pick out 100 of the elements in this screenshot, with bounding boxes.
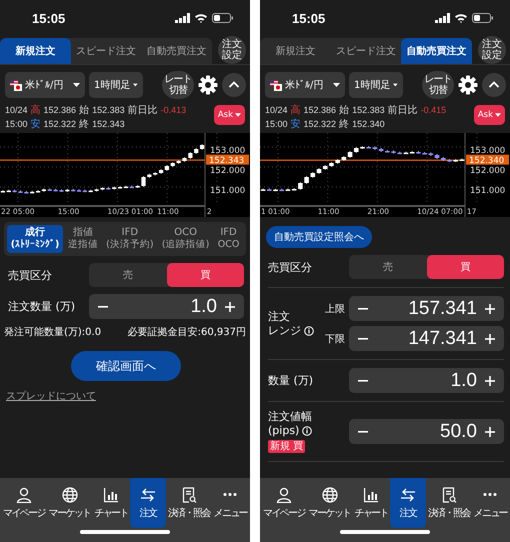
side-option[interactable]: 買	[426, 255, 504, 279]
period-select[interactable]: 1時間足	[89, 72, 143, 98]
caret-icon	[393, 83, 398, 87]
nav-tab[interactable]: 注文	[130, 478, 166, 528]
collapse-button-icon[interactable]	[482, 73, 506, 97]
quote-label: 安	[290, 118, 301, 131]
order-tab[interactable]: スピード注文	[330, 38, 402, 64]
axis-label: 152.000	[470, 166, 506, 176]
quote-date: 10/24	[265, 105, 288, 115]
quote-label: 前日比	[388, 104, 418, 117]
minus-icon[interactable]	[358, 338, 368, 340]
minus-icon[interactable]	[358, 308, 368, 310]
stepper-value: 1.0	[190, 296, 217, 318]
order-settings-button[interactable]: 注文設定	[478, 36, 506, 64]
settings-inquiry-button[interactable]: 自動売買設定照会へ	[266, 226, 372, 248]
number-stepper[interactable]: 1.0	[349, 368, 504, 393]
nav-tab[interactable]: マーケット	[46, 478, 93, 528]
quote-date: 10/24	[5, 105, 28, 115]
minus-icon[interactable]	[98, 306, 108, 308]
quote-label: 高	[30, 104, 41, 117]
stepper-value: 1.0	[450, 370, 477, 392]
person-icon	[16, 486, 32, 502]
order-tab[interactable]: 新規注文	[0, 38, 71, 64]
order-type-option[interactable]: IFD OCO	[214, 225, 243, 253]
quote-label: 安	[30, 118, 41, 131]
number-stepper[interactable]: 147.341	[349, 326, 504, 351]
nav-tab[interactable]: メニュー	[212, 478, 250, 528]
field-label: 注文値幅	[268, 410, 312, 423]
info-icon[interactable]	[302, 426, 312, 436]
caret-icon	[133, 83, 138, 87]
minus-icon[interactable]	[358, 380, 368, 382]
swap-arrows-icon	[400, 486, 416, 502]
side-option[interactable]: 売	[89, 263, 166, 287]
collapse-button-icon[interactable]	[222, 73, 246, 97]
required-margin: 必要証拠金目安:60,937円	[128, 326, 246, 339]
quote-label: 前日比	[128, 104, 158, 117]
order-type-option[interactable]: OCO (追跡指値)	[158, 225, 214, 253]
currency-pair-select[interactable]: 米ﾄﾞﾙ/円	[265, 72, 345, 98]
available-quantity: 発注可能数量(万):0.0	[4, 326, 102, 339]
signal-icon	[175, 13, 190, 23]
period-select[interactable]: 1時間足	[349, 72, 403, 98]
nav-tab[interactable]: 決済・照会	[166, 478, 212, 528]
number-stepper[interactable]: 157.341	[349, 296, 504, 321]
order-type-option[interactable]: IFD (決済予約)	[102, 225, 158, 253]
spread-link[interactable]: スプレッドについて	[6, 389, 96, 403]
quote-value: 152.322	[304, 119, 336, 129]
nav-tab[interactable]: マーケット	[306, 478, 353, 528]
order-settings-button[interactable]: 注文設定	[218, 36, 246, 64]
quote-change: -0.413	[160, 105, 186, 115]
plus-icon[interactable]	[485, 334, 495, 344]
status-time: 15:05	[292, 10, 326, 26]
info-icon[interactable]	[304, 326, 314, 336]
side-option[interactable]: 買	[166, 263, 244, 287]
side-option[interactable]: 売	[349, 255, 426, 279]
currency-pair-select[interactable]: 米ﾄﾞﾙ/円	[5, 72, 85, 98]
stepper-value: 157.341	[407, 298, 477, 320]
number-stepper[interactable]: 50.0	[349, 419, 504, 444]
quote-value: 152.386	[304, 105, 336, 115]
plus-icon[interactable]	[225, 302, 235, 312]
rate-toggle-button[interactable]: レート切替	[422, 71, 454, 99]
nav-tab[interactable]: 注文	[390, 478, 426, 528]
plus-icon[interactable]	[485, 426, 495, 436]
order-tab[interactable]: 自動売買注文	[141, 38, 212, 64]
person-icon	[276, 486, 292, 502]
nav-tab[interactable]: チャート	[92, 478, 130, 528]
order-type-option[interactable]: 成行 (ｽﾄﾘｰﾐﾝｸﾞ)	[7, 225, 64, 253]
nav-tab[interactable]: マイページ	[261, 478, 307, 528]
nav-tab[interactable]: マイページ	[1, 478, 47, 528]
order-tab[interactable]: 自動売買注文	[401, 38, 472, 64]
swap-arrows-icon	[140, 486, 156, 502]
confirm-button[interactable]: 確認画面へ	[71, 351, 181, 381]
rate-toggle-button[interactable]: レート切替	[162, 71, 194, 99]
caret-icon	[73, 83, 80, 87]
minus-icon[interactable]	[358, 430, 368, 432]
wifi-icon	[194, 13, 208, 23]
nav-tab[interactable]: メニュー	[472, 478, 510, 528]
settings-icon[interactable]	[458, 75, 478, 95]
nav-tab[interactable]: 決済・照会	[426, 478, 472, 528]
more-icon	[483, 492, 498, 496]
axis-label: 153.000	[210, 146, 246, 156]
order-tab[interactable]: スピード注文	[70, 38, 142, 64]
status-time: 15:05	[32, 10, 66, 26]
settings-icon[interactable]	[198, 75, 218, 95]
order-tab[interactable]: 新規注文	[260, 38, 331, 64]
plus-icon[interactable]	[485, 376, 495, 386]
flag-icon	[270, 80, 282, 90]
field-label: 数量 (万)	[268, 374, 314, 387]
limit-label: 下限	[325, 332, 345, 346]
ask-select[interactable]: Ask	[474, 105, 505, 125]
order-type-option[interactable]: 指値 逆指値	[64, 225, 102, 253]
chart-icon	[363, 486, 380, 502]
quote-time: 15:00	[5, 119, 28, 129]
quote-label: 高	[290, 104, 301, 117]
nav-tab[interactable]: チャート	[352, 478, 390, 528]
plus-icon[interactable]	[485, 304, 495, 314]
caret-icon	[333, 83, 340, 87]
number-stepper[interactable]: 1.0	[89, 294, 244, 319]
ask-select[interactable]: Ask	[214, 105, 245, 125]
axis-label: 153.000	[470, 146, 506, 156]
axis-label: 151.000	[210, 186, 246, 196]
